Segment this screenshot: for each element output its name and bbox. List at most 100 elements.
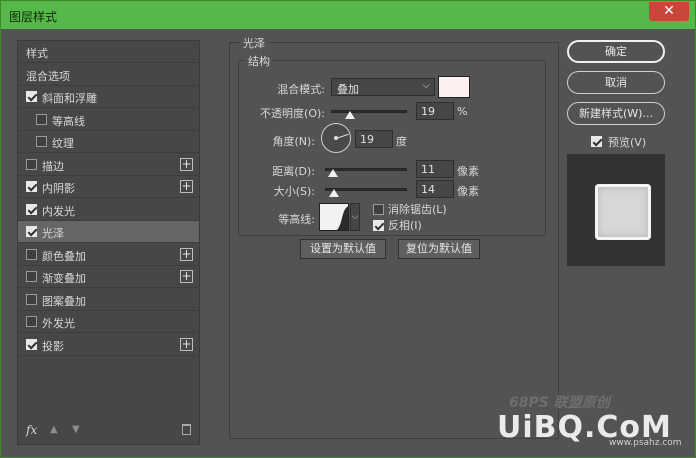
- title-bar[interactable]: 图层样式 ✕: [1, 1, 695, 29]
- preview-checkbox[interactable]: [591, 136, 602, 147]
- chevron-down-icon: ⌵: [422, 80, 430, 91]
- style-list-item[interactable]: 投影 +: [18, 334, 199, 356]
- style-item-checkbox[interactable]: [26, 293, 37, 305]
- size-unit: 像素: [457, 185, 479, 198]
- make-default-button[interactable]: 设置为默认值: [300, 239, 386, 259]
- dialog-title: 图层样式: [9, 10, 58, 24]
- angle-input[interactable]: 19: [355, 130, 393, 148]
- style-item-checkbox[interactable]: [26, 226, 37, 237]
- style-list-item[interactable]: 样式: [18, 41, 199, 63]
- style-list-footer: fx ▲ ▼: [18, 420, 199, 444]
- layer-style-dialog: 图层样式 ✕ 样式 混合选项 斜面和浮雕 等高线 纹理 描边 + 内阴影 + 内发光 光泽 颜色叠加 +…: [0, 0, 696, 458]
- fx-icon[interactable]: fx: [26, 423, 37, 437]
- style-list-item[interactable]: 图案叠加: [18, 289, 199, 311]
- style-list: 样式混合选项斜面和浮雕等高线纹理描边 + 内阴影 + 内发光光泽颜色叠加 + 渐变叠加 + 图案…: [17, 40, 200, 445]
- style-item-label: 渐变叠加: [42, 272, 86, 285]
- add-effect-plus-icon[interactable]: +: [180, 247, 193, 261]
- opacity-input[interactable]: 19: [416, 102, 454, 120]
- satin-panel: 光泽 结构 混合模式: 叠加 ⌵ 不透明度(O): 19 % 角度(N): 19…: [229, 35, 559, 439]
- opacity-unit: %: [457, 105, 468, 118]
- invert-checkbox[interactable]: [373, 220, 384, 231]
- style-item-label: 斜面和浮雕: [42, 92, 97, 105]
- invert-row[interactable]: 反相(I): [373, 217, 422, 233]
- size-slider-thumb[interactable]: [329, 189, 340, 197]
- structure-group: 结构 混合模式: 叠加 ⌵ 不透明度(O): 19 % 角度(N): 19 度 …: [238, 53, 546, 236]
- angle-dial-hand: [336, 133, 349, 139]
- style-item-checkbox[interactable]: [26, 181, 37, 192]
- satin-section-title: 光泽: [240, 35, 268, 51]
- style-item-checkbox[interactable]: [26, 158, 37, 170]
- style-item-checkbox[interactable]: [36, 113, 47, 125]
- size-label: 大小(S):: [273, 185, 315, 198]
- style-item-label: 外发光: [42, 317, 75, 330]
- distance-slider-thumb[interactable]: [328, 169, 339, 177]
- close-icon[interactable]: ✕: [649, 2, 689, 21]
- style-list-item[interactable]: 等高线: [18, 109, 199, 131]
- style-list-item[interactable]: 渐变叠加 +: [18, 266, 199, 288]
- preview-row[interactable]: 预览(V): [591, 134, 646, 150]
- distance-label: 距离(D):: [272, 165, 315, 178]
- opacity-slider-track: [331, 110, 407, 113]
- blend-mode-label: 混合模式:: [277, 83, 325, 96]
- angle-label: 角度(N):: [272, 135, 315, 148]
- distance-slider[interactable]: [325, 164, 407, 177]
- style-item-label: 内发光: [42, 204, 75, 218]
- style-list-item[interactable]: 描边 +: [18, 154, 199, 176]
- style-item-label: 纹理: [52, 137, 74, 150]
- structure-title: 结构: [245, 53, 273, 69]
- style-item-label: 光泽: [42, 227, 64, 240]
- style-item-label: 混合选项: [26, 69, 70, 83]
- opacity-label: 不透明度(O):: [260, 107, 325, 120]
- preview-label: 预览(V): [608, 136, 647, 149]
- opacity-slider[interactable]: [331, 106, 407, 119]
- style-list-item[interactable]: 纹理: [18, 131, 199, 153]
- reset-default-button[interactable]: 复位为默认值: [398, 239, 480, 259]
- style-item-checkbox[interactable]: [26, 338, 37, 350]
- contour-curve-icon: [336, 206, 348, 230]
- size-input[interactable]: 14: [416, 180, 454, 198]
- add-effect-plus-icon[interactable]: +: [180, 180, 193, 193]
- style-item-label: 内阴影: [42, 182, 75, 195]
- add-effect-plus-icon[interactable]: +: [180, 270, 193, 283]
- trash-icon[interactable]: [182, 424, 191, 435]
- style-item-checkbox[interactable]: [36, 136, 47, 147]
- contour-thumbnail[interactable]: [319, 203, 349, 231]
- contour-label: 等高线:: [278, 213, 315, 226]
- distance-unit: 像素: [457, 165, 479, 178]
- move-up-icon[interactable]: ▲: [50, 424, 58, 435]
- anti-alias-row[interactable]: 消除锯齿(L): [373, 201, 447, 217]
- style-list-item[interactable]: 斜面和浮雕: [18, 86, 199, 108]
- style-list-item[interactable]: 外发光: [18, 311, 199, 333]
- add-effect-plus-icon[interactable]: +: [180, 157, 193, 171]
- new-style-button[interactable]: 新建样式(W)...: [567, 102, 665, 125]
- style-item-checkbox[interactable]: [26, 316, 37, 327]
- style-list-item[interactable]: 内阴影 +: [18, 176, 199, 198]
- anti-alias-checkbox[interactable]: [373, 204, 384, 215]
- style-list-item[interactable]: 混合选项: [18, 64, 199, 86]
- cancel-button[interactable]: 取消: [567, 71, 665, 94]
- style-item-checkbox[interactable]: [26, 271, 37, 282]
- move-down-icon[interactable]: ▼: [72, 424, 80, 435]
- add-effect-plus-icon[interactable]: +: [180, 337, 193, 351]
- distance-input[interactable]: 11: [416, 160, 454, 178]
- angle-dial[interactable]: [321, 123, 351, 153]
- invert-label: 反相(I): [388, 219, 422, 232]
- contour-dropdown-chevron-icon[interactable]: ⌵: [350, 203, 360, 231]
- satin-color-swatch[interactable]: [438, 76, 470, 98]
- ok-button[interactable]: 确定: [567, 40, 665, 63]
- blend-mode-select[interactable]: 叠加 ⌵: [331, 78, 435, 96]
- blend-mode-value: 叠加: [337, 83, 359, 96]
- style-list-item[interactable]: 颜色叠加 +: [18, 244, 199, 266]
- style-item-checkbox[interactable]: [26, 248, 37, 260]
- style-item-label: 样式: [26, 47, 48, 60]
- anti-alias-label: 消除锯齿(L): [388, 203, 447, 216]
- style-list-item[interactable]: 光泽: [18, 221, 199, 243]
- style-item-label: 投影: [42, 339, 64, 353]
- style-item-checkbox[interactable]: [26, 91, 37, 102]
- size-slider[interactable]: [325, 184, 407, 197]
- style-item-checkbox[interactable]: [26, 203, 37, 215]
- watermark-top: 68PS 联盟原创: [509, 395, 610, 411]
- style-list-item[interactable]: 内发光: [18, 199, 199, 221]
- style-item-label: 图案叠加: [42, 294, 86, 308]
- opacity-slider-thumb[interactable]: [345, 111, 356, 119]
